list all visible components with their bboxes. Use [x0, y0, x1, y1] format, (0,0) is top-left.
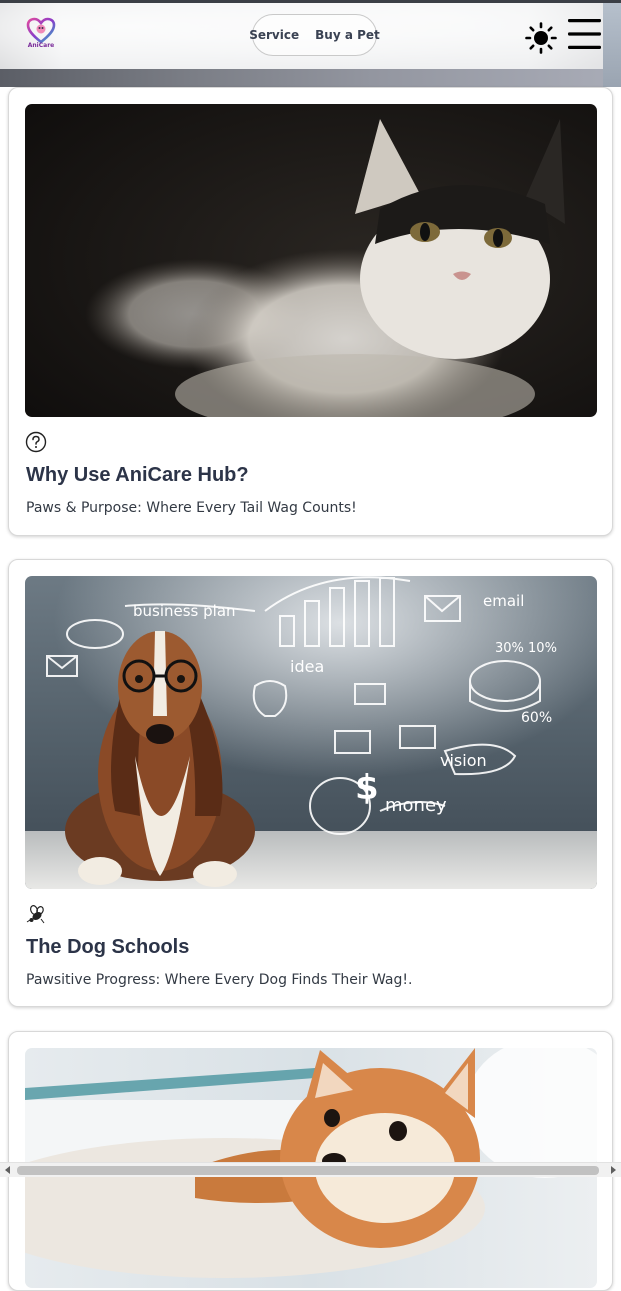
dog-with-glasses-chalkboard-photo: $ money vision email idea business plan …: [25, 576, 597, 889]
svg-text:business plan: business plan: [133, 602, 236, 620]
scroll-left-arrow-icon[interactable]: [5, 1166, 10, 1174]
nav-buy-a-pet-link[interactable]: Buy a Pet: [315, 28, 380, 42]
svg-text:$: $: [355, 768, 379, 808]
question-circle-icon: [25, 431, 47, 453]
main-nav: Service Buy a Pet: [249, 14, 380, 56]
svg-text:money: money: [385, 795, 447, 816]
header-bottom-strip: [0, 69, 621, 87]
site-header: AniCare Service Buy a Pet: [0, 0, 621, 87]
card-description: Paws & Purpose: Where Every Tail Wag Cou…: [26, 500, 357, 516]
scrollbar-thumb[interactable]: [17, 1166, 599, 1175]
sun-icon[interactable]: [525, 22, 557, 54]
svg-text:idea: idea: [290, 657, 324, 676]
svg-text:vision: vision: [440, 751, 487, 770]
svg-text:60%: 60%: [521, 710, 552, 726]
bee-icon: [26, 905, 45, 924]
svg-text:30% 10%: 30% 10%: [495, 641, 557, 656]
svg-text:email: email: [483, 592, 524, 610]
nav-service-link[interactable]: Service: [249, 28, 299, 42]
site-logo[interactable]: AniCare: [24, 16, 58, 56]
header-right-edge: [603, 3, 621, 87]
feature-card-third[interactable]: [8, 1031, 613, 1291]
cat-photo: [25, 104, 597, 417]
scroll-right-arrow-icon[interactable]: [611, 1166, 616, 1174]
hamburger-menu-icon[interactable]: [567, 17, 602, 51]
horizontal-scrollbar[interactable]: [0, 1162, 621, 1177]
card-title: Why Use AniCare Hub?: [26, 464, 249, 486]
logo-text: AniCare: [27, 42, 55, 49]
card-title: The Dog Schools: [26, 936, 190, 958]
feature-card-dog-schools[interactable]: $ money vision email idea business plan …: [8, 559, 613, 1007]
card-description: Pawsitive Progress: Where Every Dog Find…: [26, 972, 413, 988]
feature-card-why-anicare[interactable]: Why Use AniCare Hub? Paws & Purpose: Whe…: [8, 87, 613, 536]
